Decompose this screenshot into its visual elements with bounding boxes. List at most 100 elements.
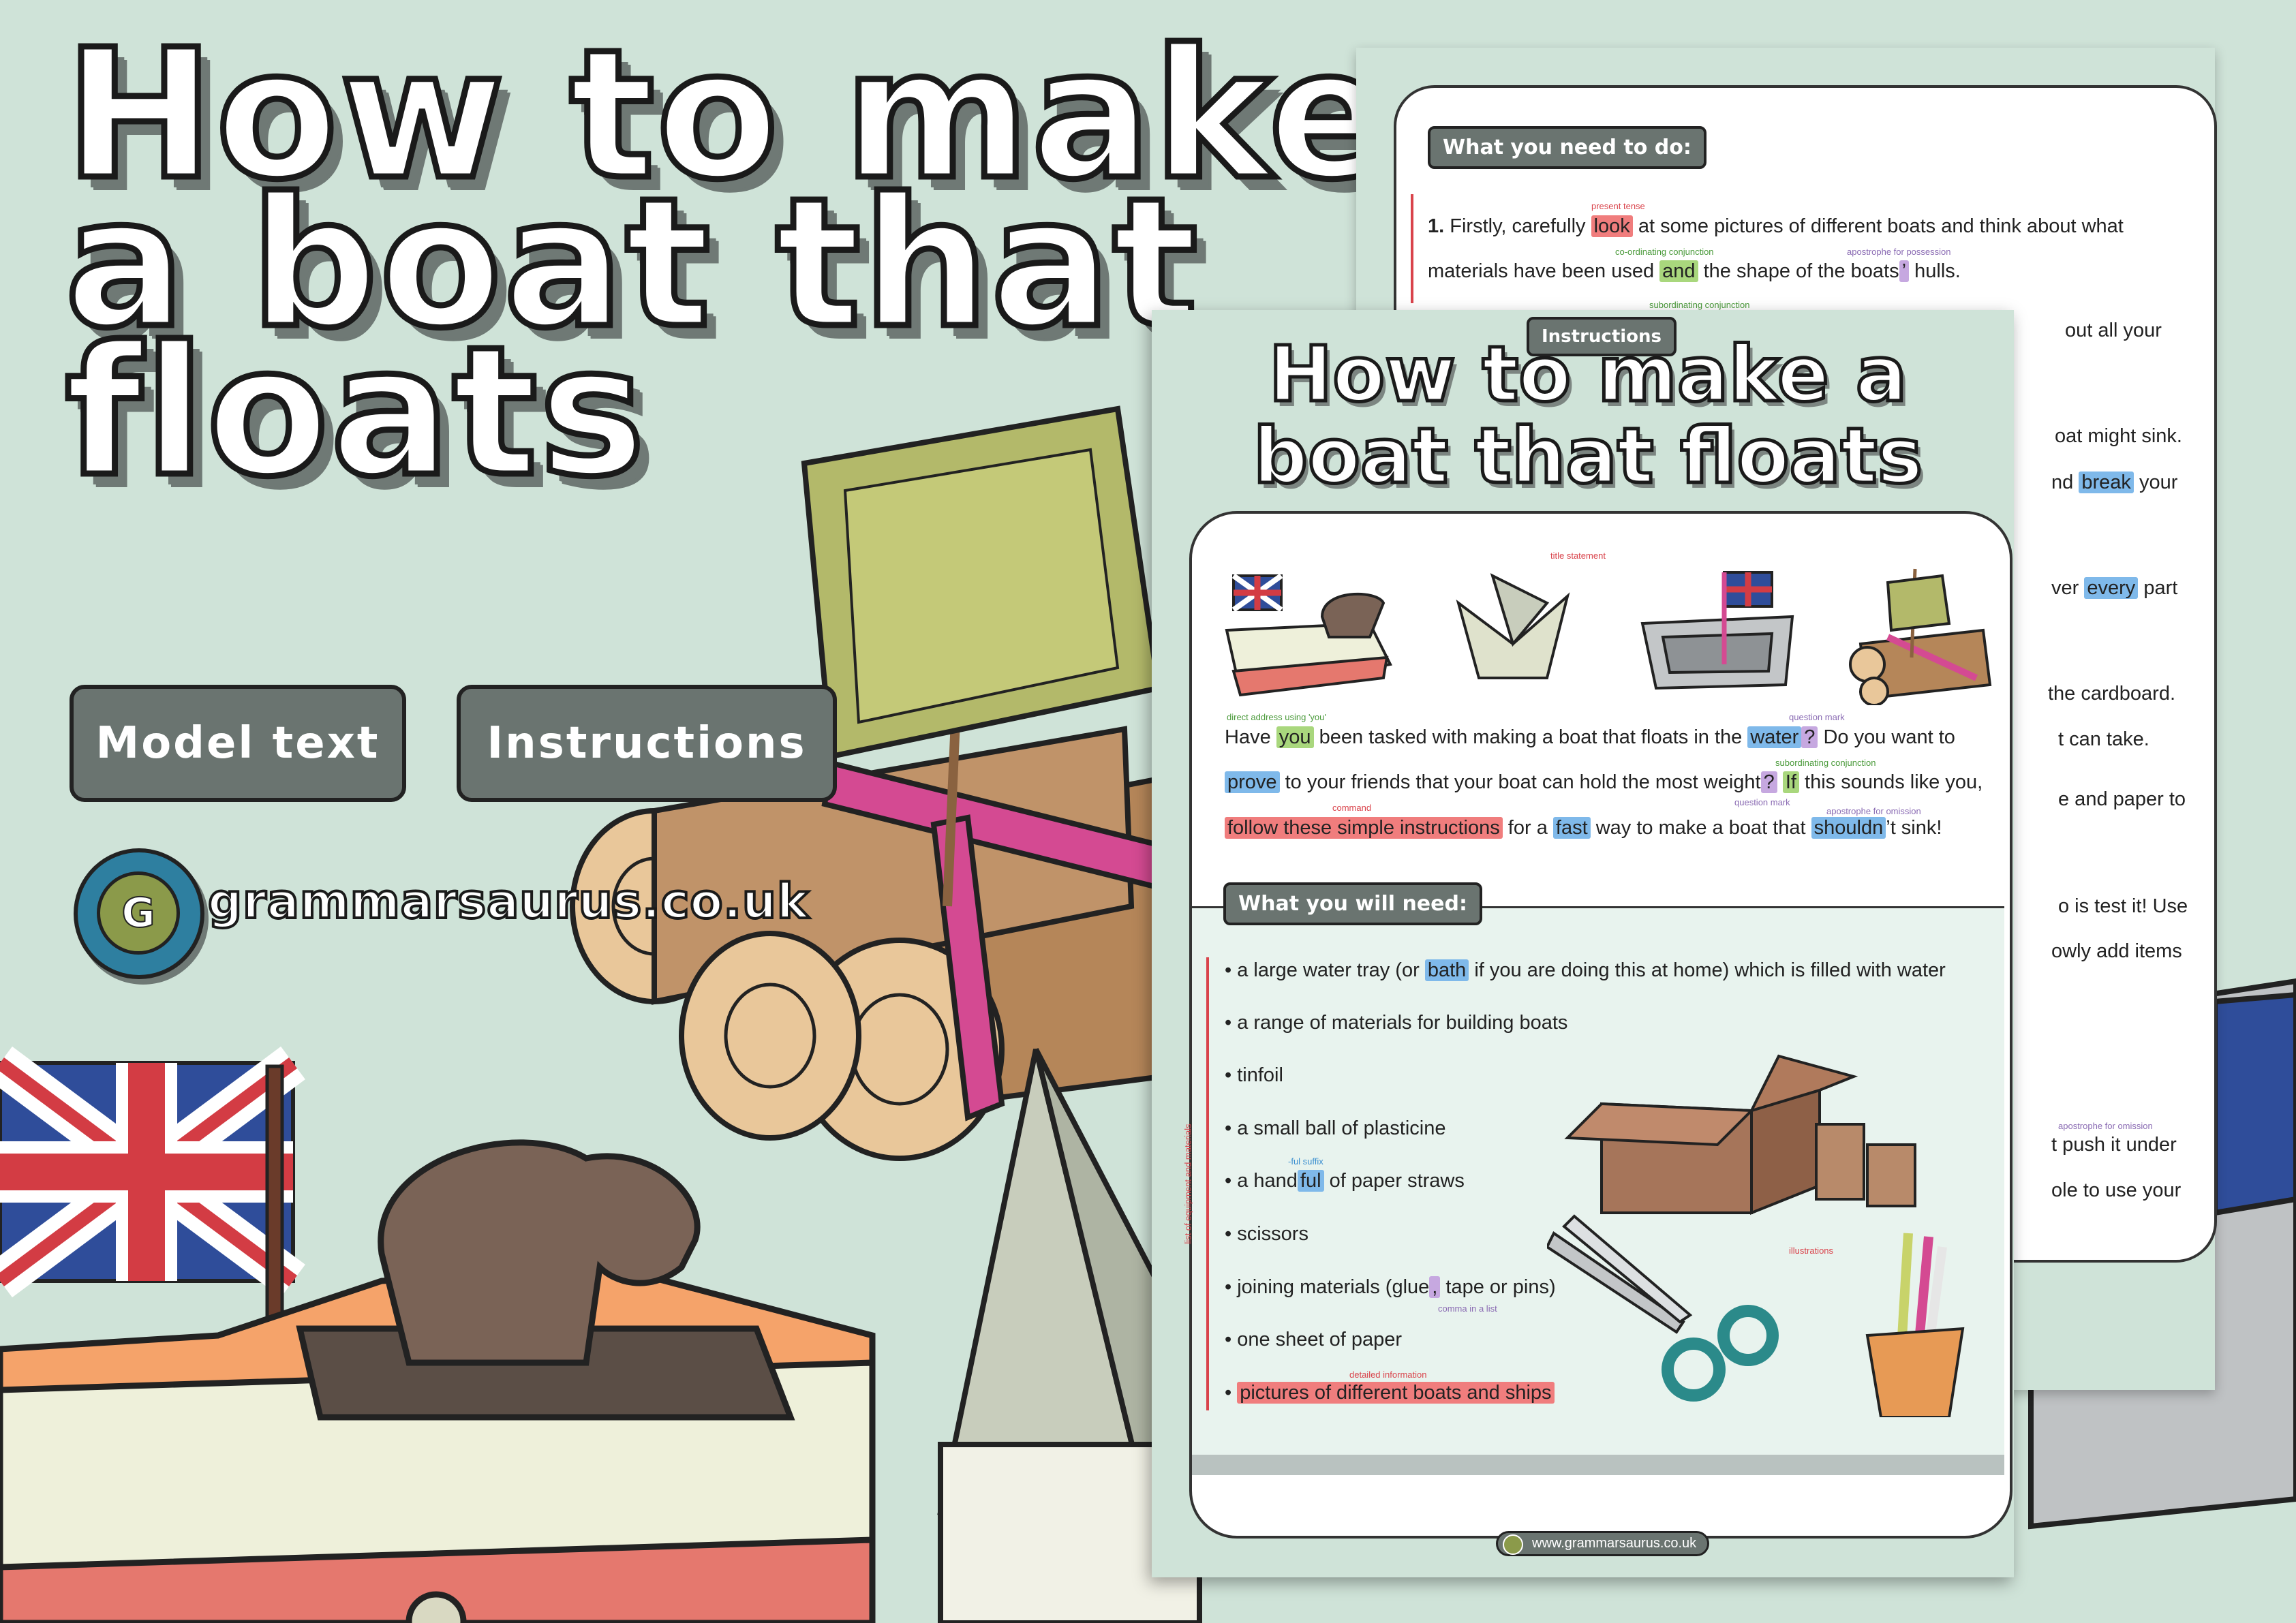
note-question-mark: question mark xyxy=(1789,712,1845,722)
back-fragment: e and paper to xyxy=(2058,788,2186,810)
note-subordinating-front: subordinating conjunction xyxy=(1775,758,1876,768)
intro-line-3: follow these simple instructions for a f… xyxy=(1225,814,1942,841)
list-item: • scissors xyxy=(1225,1223,1308,1245)
boats-row xyxy=(1225,568,1992,705)
tinfoil-tray-boat-icon xyxy=(1640,571,1794,690)
back-step-1-line-1: 1. Firstly, carefully look at some pictu… xyxy=(1428,213,2124,240)
note-apostrophe-omission: apostrophe for omission xyxy=(2058,1121,2153,1131)
highlight-you: you xyxy=(1276,726,1314,748)
text: Have xyxy=(1225,726,1276,748)
note-subordinating: subordinating conjunction xyxy=(1649,300,1750,310)
note-title-statement: title statement xyxy=(1550,551,1606,561)
text: been tasked with making a boat that floa… xyxy=(1313,726,1748,748)
straws-pot-icon xyxy=(1865,1233,1965,1417)
instructions-tag: Instructions xyxy=(457,685,837,802)
logo-text: grammarsaurus.co.uk xyxy=(206,872,810,931)
footer-logo-icon xyxy=(1503,1534,1523,1555)
highlight-question-mark-2: ? xyxy=(1760,771,1777,793)
text: • a hand xyxy=(1225,1170,1298,1192)
note-apostrophe-possession: apostrophe for possession xyxy=(1847,247,1951,257)
intro-line-1: Have you been tasked with making a boat … xyxy=(1225,724,1955,751)
list-item: • pictures of different boats and ships xyxy=(1225,1382,1555,1404)
highlight-look: look xyxy=(1591,215,1633,237)
note-ful-suffix: -ful suffix xyxy=(1288,1156,1323,1166)
text: this sounds like you, xyxy=(1798,771,1983,793)
intro-line-2: prove to your friends that your boat can… xyxy=(1225,769,1983,796)
highlight-every: every xyxy=(2084,577,2139,599)
logo-icon: G xyxy=(74,848,204,979)
text: materials have been used xyxy=(1428,260,1660,282)
back-fragment: out all your xyxy=(2065,320,2162,341)
note-command: command xyxy=(1332,803,1372,813)
highlight-pictures: pictures of different boats and ships xyxy=(1237,1382,1555,1404)
back-fragment: the cardboard. xyxy=(2048,683,2176,705)
logo-glyph: G xyxy=(97,871,180,955)
highlight-prove: prove xyxy=(1225,771,1280,793)
step-number: 1. xyxy=(1428,215,1445,237)
text: Firstly, carefully xyxy=(1450,215,1591,237)
note-present-tense: present tense xyxy=(1591,201,1645,211)
back-bracket xyxy=(1411,194,1413,303)
front-footer: www.grammarsaurus.co.uk xyxy=(1496,1531,1710,1556)
text: ’t sink! xyxy=(1886,817,1942,839)
back-fragment: ole to use your xyxy=(2051,1179,2182,1201)
highlight-ful: ful xyxy=(1297,1170,1324,1192)
back-step-1-line-2: materials have been used and the shape o… xyxy=(1428,258,1961,285)
note-comma-list: comma in a list xyxy=(1438,1303,1497,1314)
highlight-and: and xyxy=(1659,260,1698,282)
text: way to make a boat that xyxy=(1590,817,1811,839)
text: your xyxy=(2139,472,2178,493)
highlight-apostrophe: ’ xyxy=(1899,260,1910,282)
list-item: • one sheet of paper xyxy=(1225,1329,1403,1350)
highlight-comma: , xyxy=(1429,1276,1441,1298)
note-direct-address: direct address using 'you' xyxy=(1227,712,1326,722)
text: • a large water tray (or xyxy=(1225,959,1425,981)
list-item: • a large water tray (or bath if you are… xyxy=(1225,959,1946,982)
highlight-command: follow these simple instructions xyxy=(1225,817,1503,839)
list-item: • a range of materials for building boat… xyxy=(1225,1012,1568,1034)
text: part xyxy=(2143,577,2178,599)
list-item: • tinfoil xyxy=(1225,1064,1283,1086)
list-item: • joining materials (glue, tape or pins) xyxy=(1225,1276,1556,1299)
front-title-line-1: How to make a xyxy=(1267,330,1909,419)
note-coordinating: co-ordinating conjunction xyxy=(1615,247,1714,257)
scissors-icon xyxy=(1547,1214,1779,1402)
text: if you are doing this at home) which is … xyxy=(1469,959,1946,981)
note-list-materials: list of equipment and materials xyxy=(1182,1124,1193,1244)
highlight-if: If xyxy=(1782,771,1799,793)
highlight-shouldn: shouldn xyxy=(1811,817,1886,839)
boat-icon xyxy=(1225,573,1392,697)
text: of paper straws xyxy=(1323,1170,1465,1192)
list-bracket xyxy=(1206,957,1209,1410)
cardboard-box-icon xyxy=(1564,1054,1916,1215)
highlight-fast: fast xyxy=(1552,817,1591,839)
text: • joining materials (glue xyxy=(1225,1276,1430,1298)
paper-boat-icon xyxy=(1456,573,1570,679)
back-fragment: owly add items xyxy=(2051,940,2182,962)
highlight-break: break xyxy=(2079,472,2134,493)
back-fragment: t can take. xyxy=(2058,728,2149,750)
text: tape or pins) xyxy=(1440,1276,1556,1298)
text xyxy=(1777,771,1783,793)
back-section-title: What you need to do: xyxy=(1428,126,1706,169)
back-fragment: nd break your xyxy=(2051,469,2177,496)
highlight-bath: bath xyxy=(1424,959,1469,981)
text: nd xyxy=(2051,472,2074,493)
text: • xyxy=(1225,1382,1238,1404)
highlight-water: water xyxy=(1747,726,1802,748)
text: at some pictures of different boats and … xyxy=(1632,215,2124,237)
note-question-mark-2: question mark xyxy=(1734,797,1790,807)
front-footer-band xyxy=(1192,1455,2004,1475)
need-title: What you will need: xyxy=(1223,882,1482,925)
list-item: • a small ball of plasticine xyxy=(1225,1117,1446,1139)
materials-illustration xyxy=(1547,1054,1965,1417)
list-item: • a hand ful of paper straws xyxy=(1225,1170,1465,1192)
model-text-tag: Model text xyxy=(70,685,406,802)
back-fragment: ver every part xyxy=(2051,574,2177,602)
text: for a xyxy=(1502,817,1553,839)
text: hulls. xyxy=(1909,260,1961,282)
back-fragment: oat might sink. xyxy=(2055,425,2182,447)
text: ver xyxy=(2051,577,2079,599)
back-fragment: t push it under xyxy=(2051,1134,2177,1156)
highlight-question-mark: ? xyxy=(1801,726,1818,748)
